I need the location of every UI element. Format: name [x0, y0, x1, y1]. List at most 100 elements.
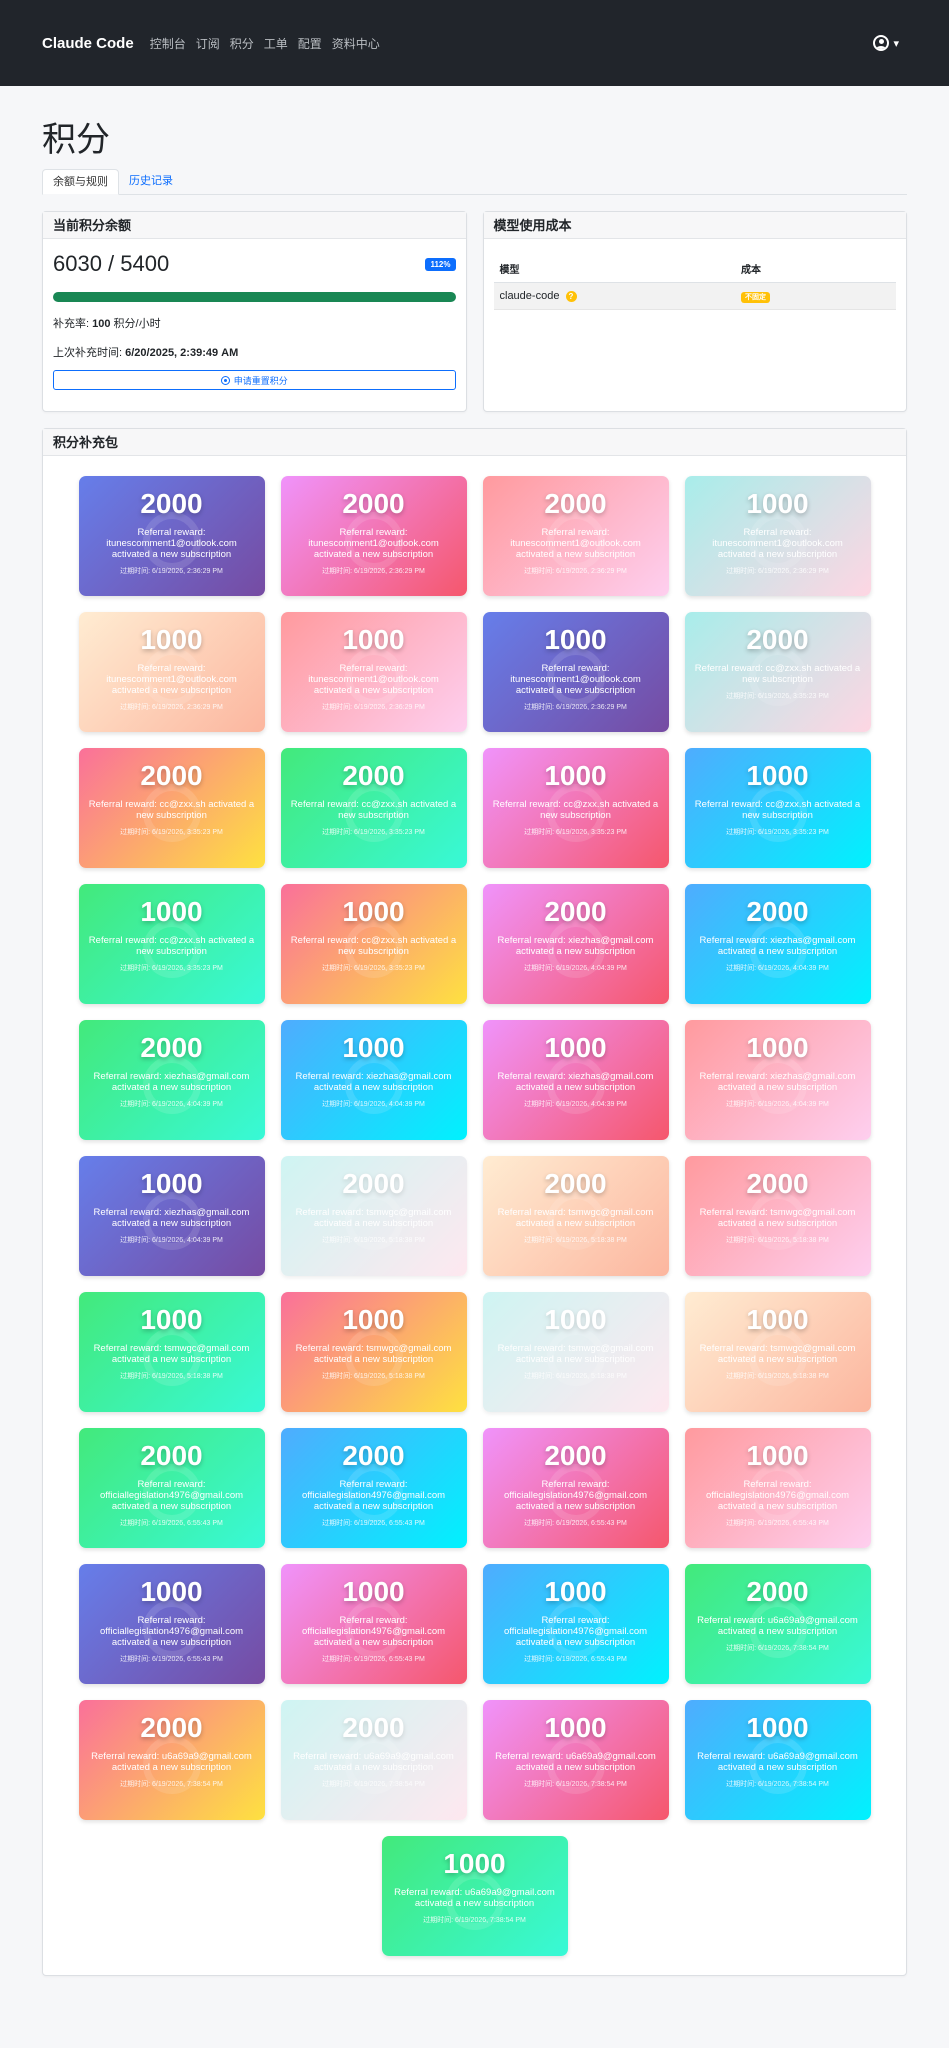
- pack-expiry: 过期时间: 6/19/2026, 6:55:43 PM: [322, 1656, 425, 1664]
- credit-pack: 2000 Referral reward: u6a69a9@gmail.com a…: [280, 1700, 467, 1821]
- credit-pack: 2000 Referral reward: officiallegislation…: [280, 1428, 467, 1549]
- pack-description: Referral reward: xiezhas@gmail.com activ…: [699, 935, 856, 958]
- pack-expiry: 过期时间: 6/19/2026, 6:55:43 PM: [322, 1520, 425, 1528]
- model-cost-header: 模型使用成本: [483, 212, 906, 240]
- credit-pack: 2000 Referral reward: cc@zxx.sh activated…: [280, 748, 467, 869]
- pack-expiry: 过期时间: 6/19/2026, 2:36:29 PM: [322, 568, 425, 576]
- pack-description: Referral reward: cc@zxx.sh activated a n…: [290, 935, 457, 958]
- credit-pack: 1000 Referral reward: itunescomment1@outl…: [280, 612, 467, 733]
- credit-pack: 1000 Referral reward: u6a69a9@gmail.com a…: [684, 1700, 871, 1821]
- pack-amount: 2000: [746, 624, 809, 656]
- credit-pack: 1000 Referral reward: xiezhas@gmail.com a…: [482, 1020, 669, 1141]
- credit-pack-grid: 2000 Referral reward: itunescomment1@outl…: [43, 456, 906, 1821]
- pack-amount: 2000: [544, 896, 607, 928]
- pack-description: Referral reward: officiallegislation4976…: [705, 1479, 850, 1513]
- pack-expiry: 过期时间: 6/19/2026, 4:04:39 PM: [322, 1101, 425, 1109]
- pack-amount: 2000: [544, 488, 607, 520]
- pack-description: Referral reward: xiezhas@gmail.com activ…: [699, 1071, 856, 1094]
- pack-amount: 1000: [746, 1440, 809, 1472]
- pack-description: Referral reward: u6a69a9@gmail.com activ…: [697, 1751, 858, 1774]
- credit-pack: 1000 Referral reward: officiallegislation…: [280, 1564, 467, 1685]
- pack-expiry: 过期时间: 6/19/2026, 2:36:29 PM: [524, 568, 627, 576]
- nav-link-config[interactable]: 配置: [298, 35, 322, 52]
- pack-description: Referral reward: itunescomment1@outlook.…: [106, 663, 237, 697]
- pack-expiry: 过期时间: 6/19/2026, 6:55:43 PM: [524, 1656, 627, 1664]
- model-cost-table: 模型 成本 claude-code ? 不固定: [493, 252, 896, 311]
- pack-expiry: 过期时间: 6/19/2026, 3:35:23 PM: [120, 965, 223, 973]
- pack-expiry: 过期时间: 6/19/2026, 5:18:38 PM: [322, 1237, 425, 1245]
- reset-icon: [220, 375, 230, 385]
- credit-pack: 1000 Referral reward: tsmwgc@gmail.com ac…: [482, 1292, 669, 1413]
- credit-pack: 1000 Referral reward: cc@zxx.sh activated…: [482, 748, 669, 869]
- pack-amount: 2000: [544, 1168, 607, 1200]
- pack-amount: 2000: [140, 1032, 203, 1064]
- pack-amount: 1000: [544, 1032, 607, 1064]
- pack-amount: 1000: [746, 1712, 809, 1744]
- pack-amount: 1000: [746, 488, 809, 520]
- model-cost-body: 模型 成本 claude-code ? 不固定: [484, 239, 907, 320]
- pack-amount: 2000: [544, 1440, 607, 1472]
- balance-card-body: 6030 / 5400 112% 补充率: 100 积分/小时 上次补充时间: …: [43, 239, 466, 400]
- pack-expiry: 过期时间: 6/19/2026, 7:38:54 PM: [120, 1781, 223, 1789]
- tab-bar: 余额与规则 历史记录: [42, 169, 907, 196]
- credit-pack: 2000 Referral reward: tsmwgc@gmail.com ac…: [684, 1156, 871, 1277]
- pack-amount: 1000: [342, 896, 405, 928]
- pack-amount: 1000: [140, 1168, 203, 1200]
- pack-amount: 1000: [544, 1576, 607, 1608]
- pack-amount: 1000: [342, 1304, 405, 1336]
- tab-history[interactable]: 历史记录: [119, 169, 183, 194]
- pack-expiry: 过期时间: 6/19/2026, 4:04:39 PM: [726, 965, 829, 973]
- pack-expiry: 过期时间: 6/19/2026, 5:18:38 PM: [524, 1237, 627, 1245]
- user-menu-button[interactable]: ▾: [873, 35, 899, 51]
- nav-link-subscription[interactable]: 订阅: [196, 35, 220, 52]
- nav-link-credits[interactable]: 积分: [230, 35, 254, 52]
- credit-pack: 1000 Referral reward: itunescomment1@outl…: [482, 612, 669, 733]
- credit-pack: 1000 Referral reward: tsmwgc@gmail.com ac…: [78, 1292, 265, 1413]
- pack-amount: 2000: [342, 1440, 405, 1472]
- credit-pack: 1000 Referral reward: officiallegislation…: [78, 1564, 265, 1685]
- pack-description: Referral reward: itunescomment1@outlook.…: [510, 663, 641, 697]
- help-icon[interactable]: ?: [565, 290, 577, 302]
- last-refill-label: 上次补充时间:: [53, 347, 123, 360]
- reset-credits-button[interactable]: 申请重置积分: [53, 370, 456, 391]
- nav-link-docs[interactable]: 资料中心: [332, 35, 380, 52]
- pack-amount: 1000: [140, 896, 203, 928]
- refill-rate: 补充率: 100 积分/小时: [53, 315, 456, 331]
- pack-description: Referral reward: tsmwgc@gmail.com activa…: [699, 1207, 856, 1230]
- model-name: claude-code: [499, 290, 560, 303]
- pack-description: Referral reward: xiezhas@gmail.com activ…: [93, 1207, 250, 1230]
- pack-description: Referral reward: officiallegislation4976…: [99, 1615, 244, 1649]
- pack-description: Referral reward: cc@zxx.sh activated a n…: [492, 799, 659, 822]
- pack-amount: 1000: [342, 1576, 405, 1608]
- credit-packs-card: 积分补充包 2000 Referral reward: itunescomment…: [42, 428, 907, 1977]
- pack-amount: 1000: [544, 624, 607, 656]
- pack-expiry: 过期时间: 6/19/2026, 3:35:23 PM: [322, 829, 425, 837]
- pack-description: Referral reward: xiezhas@gmail.com activ…: [295, 1071, 452, 1094]
- credit-pack: 1000 Referral reward: cc@zxx.sh activated…: [280, 884, 467, 1005]
- brand-link[interactable]: Claude Code: [42, 35, 134, 52]
- balance-card: 当前积分余额 6030 / 5400 112% 补充率: 100 积分/小时 上…: [42, 211, 467, 413]
- balance-progress: [53, 292, 456, 303]
- chevron-down-icon: ▾: [893, 37, 899, 50]
- pack-expiry: 过期时间: 6/19/2026, 4:04:39 PM: [120, 1237, 223, 1245]
- pack-description: Referral reward: tsmwgc@gmail.com activa…: [93, 1343, 250, 1366]
- pack-description: Referral reward: itunescomment1@outlook.…: [308, 527, 439, 561]
- pack-expiry: 过期时间: 6/19/2026, 4:04:39 PM: [120, 1101, 223, 1109]
- pack-description: Referral reward: officiallegislation4976…: [301, 1615, 446, 1649]
- balance-card-header: 当前积分余额: [43, 212, 466, 240]
- tab-balance-rules[interactable]: 余额与规则: [42, 169, 119, 196]
- pack-amount: 1000: [544, 760, 607, 792]
- pack-amount: 1000: [746, 1032, 809, 1064]
- pack-description: Referral reward: officiallegislation4976…: [301, 1479, 446, 1513]
- pack-expiry: 过期时间: 6/19/2026, 7:38:54 PM: [726, 1645, 829, 1653]
- refill-rate-label: 补充率:: [53, 318, 90, 331]
- nav-link-console[interactable]: 控制台: [150, 35, 186, 52]
- pack-description: Referral reward: tsmwgc@gmail.com activa…: [699, 1343, 856, 1366]
- pack-expiry: 过期时间: 6/19/2026, 7:38:54 PM: [423, 1917, 526, 1925]
- nav-link-tickets[interactable]: 工单: [264, 35, 288, 52]
- pack-expiry: 过期时间: 6/19/2026, 3:35:23 PM: [524, 829, 627, 837]
- credit-pack: 1000 Referral reward: itunescomment1@outl…: [684, 476, 871, 597]
- pack-description: Referral reward: itunescomment1@outlook.…: [510, 527, 641, 561]
- pack-expiry: 过期时间: 6/19/2026, 2:36:29 PM: [120, 568, 223, 576]
- credit-pack: 2000 Referral reward: u6a69a9@gmail.com a…: [684, 1564, 871, 1685]
